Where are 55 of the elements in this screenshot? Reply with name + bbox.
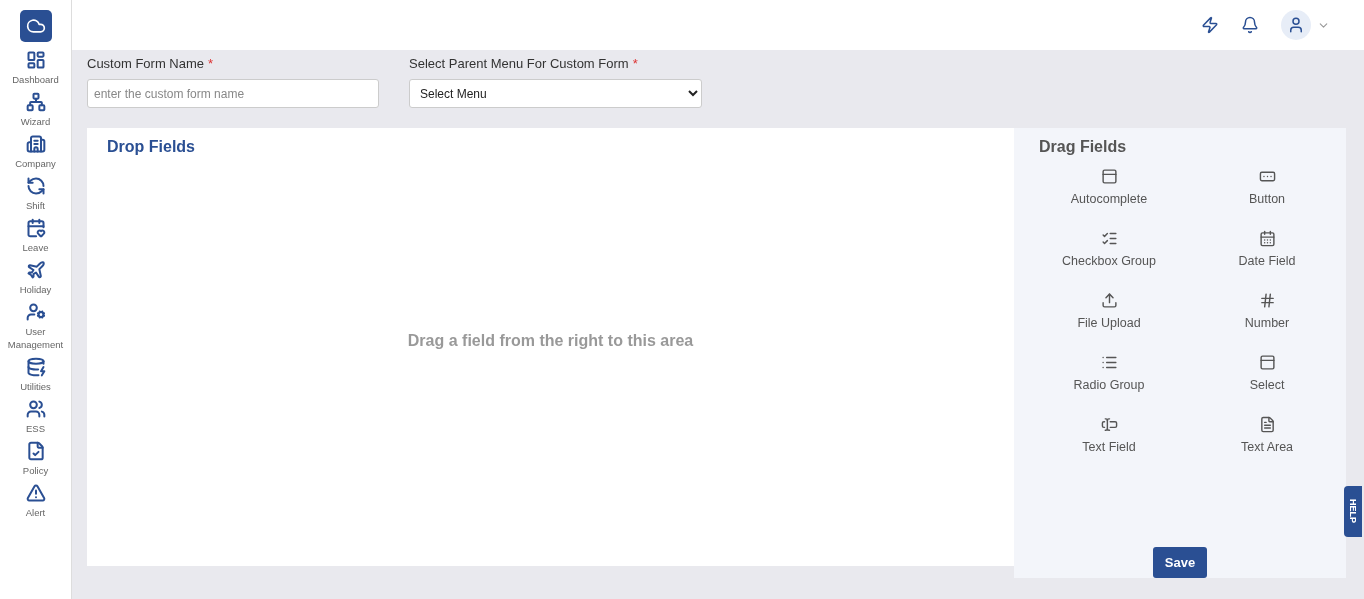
notifications-button[interactable] bbox=[1241, 16, 1259, 34]
hierarchy-icon bbox=[25, 92, 46, 112]
users-icon bbox=[25, 399, 46, 419]
field-tile[interactable]: Button bbox=[1188, 168, 1346, 206]
sidebar-item[interactable]: ESS bbox=[1, 399, 70, 435]
sidebar-item[interactable]: Wizard bbox=[1, 92, 70, 128]
text-area-icon bbox=[1258, 416, 1276, 433]
calendar-icon bbox=[1258, 230, 1276, 247]
lightning-icon bbox=[1201, 16, 1219, 34]
user-gear-icon bbox=[25, 302, 46, 322]
database-icon bbox=[25, 357, 46, 377]
form-name-label: Custom Form Name * bbox=[87, 56, 215, 71]
sidebar-item[interactable]: Policy bbox=[1, 441, 70, 477]
cloud-icon bbox=[25, 16, 46, 36]
sidebar-item[interactable]: Shift bbox=[1, 176, 70, 212]
field-tile[interactable]: Text Area bbox=[1188, 416, 1346, 454]
user-icon bbox=[1287, 16, 1305, 34]
field-tile[interactable]: Radio Group bbox=[1030, 354, 1188, 392]
sidebar-item[interactable]: Alert bbox=[1, 483, 70, 519]
sidebar-item[interactable]: Holiday bbox=[1, 260, 70, 296]
sidebar-item[interactable]: Utilities bbox=[1, 357, 70, 393]
field-tile[interactable]: Number bbox=[1188, 292, 1346, 330]
drop-fields-title: Drop Fields bbox=[107, 138, 196, 156]
field-tile[interactable]: Checkbox Group bbox=[1030, 230, 1188, 268]
checklist-icon bbox=[25, 441, 46, 461]
flash-button[interactable] bbox=[1201, 16, 1219, 34]
user-menu-button[interactable] bbox=[1281, 10, 1330, 40]
drag-fields-title: Drag Fields bbox=[1039, 138, 1128, 156]
upload-icon bbox=[1100, 292, 1118, 309]
building-icon bbox=[25, 134, 46, 154]
dashboard-icon bbox=[25, 50, 46, 70]
plane-icon bbox=[25, 260, 46, 280]
cycle-icon bbox=[25, 176, 46, 196]
form-name-input[interactable]: enter the custom form name bbox=[87, 79, 379, 108]
field-tile[interactable]: Date Field bbox=[1188, 230, 1346, 268]
warning-icon bbox=[25, 483, 46, 503]
calendar-icon bbox=[25, 218, 46, 238]
sidebar-item[interactable]: User Management bbox=[1, 302, 70, 351]
field-tile[interactable]: Select bbox=[1188, 354, 1346, 392]
bell-icon bbox=[1241, 16, 1259, 34]
sidebar-item[interactable]: Dashboard bbox=[1, 50, 70, 86]
text-field-icon bbox=[1100, 416, 1118, 433]
save-button[interactable]: Save bbox=[1153, 547, 1207, 578]
checklist-icon bbox=[1100, 230, 1118, 247]
list-icon bbox=[1100, 354, 1118, 371]
help-tab[interactable]: HELP bbox=[1344, 486, 1362, 537]
field-tile[interactable]: File Upload bbox=[1030, 292, 1188, 330]
sidebar-item[interactable]: Company bbox=[1, 134, 70, 170]
hash-icon bbox=[1258, 292, 1276, 309]
drop-hint: Drag a field from the right to this area bbox=[407, 332, 694, 350]
field-tile[interactable]: Text Field bbox=[1030, 416, 1188, 454]
sidebar-item[interactable]: Leave bbox=[1, 218, 70, 254]
parent-menu-label: Select Parent Menu For Custom Form * bbox=[409, 56, 639, 71]
field-tile[interactable]: Autocomplete bbox=[1030, 168, 1188, 206]
parent-menu-select[interactable]: Select Menu bbox=[409, 79, 702, 108]
